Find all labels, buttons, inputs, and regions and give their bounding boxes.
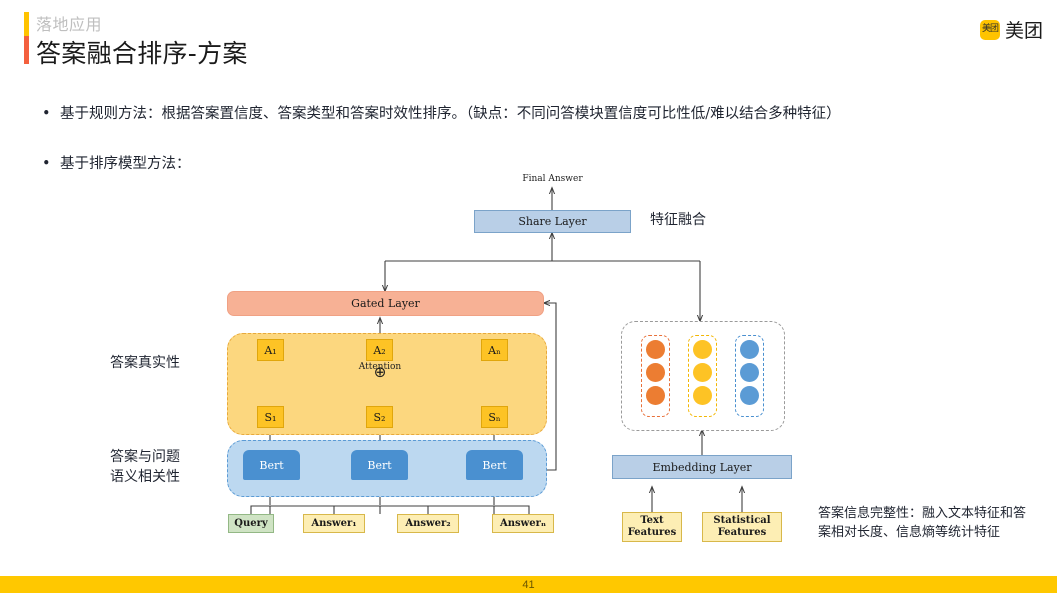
input-text-features: Text Features [622, 512, 682, 542]
feature-fusion-note: 特征融合 [650, 212, 706, 228]
logo-text: 美团 [1004, 20, 1043, 42]
input-statistical-features-line-2: Features [717, 527, 767, 538]
bullet-marker-1: • [42, 106, 51, 122]
feature-dot [646, 363, 665, 382]
score-node-s2: S₂ [366, 406, 393, 428]
final-answer-label: Final Answer [522, 174, 583, 184]
left-note-semantic-line-1: 答案与问题 [110, 449, 180, 465]
left-note-truthfulness-line-1: 答案真实性 [110, 355, 180, 371]
input-text-features-line-1: Text [640, 514, 664, 526]
page-number: 41 [522, 578, 535, 591]
share-layer-box: Share Layer [474, 210, 631, 233]
gated-layer-box: Gated Layer [227, 291, 544, 316]
left-note-semantic-line-2: 语义相关性 [110, 469, 180, 486]
input-text-features-line-2: Features [627, 527, 677, 538]
attention-node-an: Aₙ [481, 339, 508, 361]
feature-dot [740, 363, 759, 382]
input-statistical-features: Statistical Features [702, 512, 782, 542]
left-note-semantic: 答案与问题 语义相关性 [110, 447, 180, 488]
architecture-diagram: Final Answer Share Layer 特征融合 Gated Laye… [0, 165, 1057, 565]
bullet-item-1: • 基于规则方法：根据答案置信度、答案类型和答案时效性排序。（缺点：不同问答模块置… [42, 102, 841, 123]
sum-plus-icon: ⊕ [373, 363, 387, 381]
slide-kicker: 落地应用 [36, 15, 103, 34]
input-statistical-features-line-1: Statistical [713, 514, 771, 526]
bert-node-3: Bert [466, 450, 523, 480]
feature-group-orange [641, 335, 670, 417]
feature-dot [693, 340, 712, 359]
score-node-s1: S₁ [257, 406, 284, 428]
feature-dot [646, 386, 665, 405]
feature-group-blue [735, 335, 764, 417]
bert-node-1: Bert [243, 450, 300, 480]
feature-dot [646, 340, 665, 359]
feature-dot [740, 340, 759, 359]
header-accent-bar-top [24, 12, 29, 36]
page-title: 答案融合排序-方案 [36, 39, 248, 68]
feature-dot [693, 386, 712, 405]
attention-node-a2: A₂ [366, 339, 393, 361]
slide: 落地应用 答案融合排序-方案 美团 美团 • 基于规则方法：根据答案置信度、答案类… [0, 0, 1057, 593]
brand-logo: 美团 美团 [979, 16, 1043, 43]
score-node-sn: Sₙ [481, 406, 508, 428]
input-answer-2: Answer₂ [397, 514, 459, 533]
input-query: Query [228, 514, 274, 533]
bert-node-2: Bert [351, 450, 408, 480]
feature-group-yellow [688, 335, 717, 417]
feature-dot [740, 386, 759, 405]
header-accent-bar-bottom [24, 36, 29, 64]
embedding-layer-box: Embedding Layer [612, 455, 792, 479]
left-note-truthfulness: 答案真实性 [110, 353, 180, 373]
bullet-text-1: 基于规则方法：根据答案置信度、答案类型和答案时效性排序。（缺点：不同问答模块置信… [60, 106, 841, 122]
right-note-completeness: 答案信息完整性：融入文本特征和答案相对长度、信息熵等统计特征 [818, 506, 1027, 540]
input-answer-1: Answer₁ [303, 514, 365, 533]
feature-dot [693, 363, 712, 382]
attention-node-a1: A₁ [257, 339, 284, 361]
input-answer-n: Answerₙ [492, 514, 554, 533]
logo-mark-icon: 美团 [979, 19, 1000, 40]
